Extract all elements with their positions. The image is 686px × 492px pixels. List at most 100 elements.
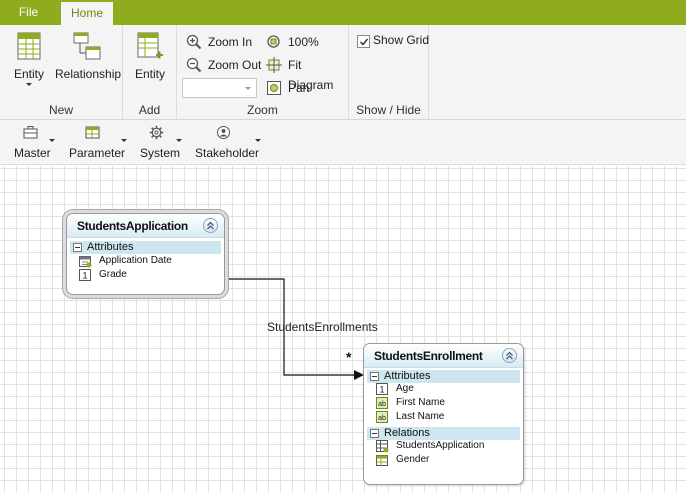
master-label: Master xyxy=(14,146,51,160)
attribute-label: Application Date xyxy=(99,255,172,266)
zoom-100-button[interactable]: 100% xyxy=(266,32,319,52)
attribute-row[interactable]: 1 Grade xyxy=(79,268,127,282)
entity-students-application[interactable]: StudentsApplication Attributes Applicati… xyxy=(66,213,225,295)
attribute-row[interactable]: 1 Age xyxy=(376,382,414,396)
stakeholder-label: Stakeholder xyxy=(195,146,260,160)
text-icon: ab xyxy=(376,411,388,423)
diagram-canvas[interactable]: StudentsEnrollments * StudentsApplicatio… xyxy=(0,166,686,492)
section-label: Attributes xyxy=(384,370,431,382)
show-grid-label[interactable]: Show Grid xyxy=(373,33,429,47)
collapse-button[interactable] xyxy=(203,218,218,233)
stakeholder-button[interactable]: Stakeholder xyxy=(195,125,267,161)
new-relationship-label: Relationship xyxy=(55,67,122,81)
zoom-out-icon xyxy=(186,57,202,73)
entity-title: StudentsApplication xyxy=(77,219,188,233)
entity-type-toolbar: Master Parameter System Stakeholder xyxy=(0,120,686,165)
entity-icon xyxy=(17,32,41,60)
parameter-label: Parameter xyxy=(69,146,126,160)
section-label: Attributes xyxy=(87,241,134,253)
new-entity-label: Entity xyxy=(13,67,44,81)
menu-bar: File Home xyxy=(0,0,686,25)
fit-diagram-button[interactable]: Fit Diagram xyxy=(266,55,348,92)
multiplicity-label: * xyxy=(346,349,352,365)
show-grid-checkbox[interactable] xyxy=(357,35,370,48)
collapse-section-icon[interactable] xyxy=(370,429,379,438)
attribute-label: Age xyxy=(396,383,414,394)
chevron-down-icon[interactable] xyxy=(245,87,251,90)
chevron-down-icon[interactable] xyxy=(49,139,55,142)
pan-button[interactable]: Pan xyxy=(266,78,309,98)
number-icon: 1 xyxy=(376,383,388,395)
system-label: System xyxy=(140,146,181,160)
fit-diagram-icon xyxy=(266,57,282,73)
attribute-row[interactable]: ab First Name xyxy=(376,396,445,410)
attribute-label: First Name xyxy=(396,397,445,408)
zoom-level-select[interactable] xyxy=(182,78,257,98)
zoom-out-label: Zoom Out xyxy=(208,58,262,72)
add-entity-button[interactable]: Entity xyxy=(129,31,171,81)
zoom-out-button[interactable]: Zoom Out xyxy=(186,55,261,75)
group-label-new: New xyxy=(48,103,73,117)
attribute-row[interactable]: ab Last Name xyxy=(376,410,444,424)
table-icon xyxy=(85,126,100,139)
zoom-in-button[interactable]: Zoom In xyxy=(186,32,252,52)
chevron-down-icon[interactable] xyxy=(255,139,261,142)
section-attributes[interactable]: Attributes xyxy=(70,241,221,254)
ribbon: Entity Relationship New Entity Add Zoom … xyxy=(0,25,686,120)
group-label-add: Add xyxy=(138,103,161,117)
pan-label: Pan xyxy=(288,81,310,95)
text-icon: ab xyxy=(376,397,388,409)
relation-entity-icon xyxy=(376,440,389,453)
relation-label: StudentsApplication xyxy=(396,440,485,451)
pan-icon xyxy=(267,81,281,95)
connector-label[interactable]: StudentsEnrollments xyxy=(267,320,378,334)
calendar-icon xyxy=(79,256,92,268)
ribbon-group-new: Entity Relationship New xyxy=(0,25,123,120)
attribute-row[interactable]: Application Date xyxy=(79,254,172,268)
add-entity-icon xyxy=(137,32,163,59)
chevron-down-icon[interactable] xyxy=(176,139,182,142)
menu-tab-home[interactable]: Home xyxy=(61,2,113,25)
gear-icon xyxy=(149,125,164,140)
svg-text:ab: ab xyxy=(378,415,386,422)
chevron-down-icon[interactable] xyxy=(121,139,127,142)
relation-label: Gender xyxy=(396,454,430,465)
svg-text:ab: ab xyxy=(378,401,386,408)
add-entity-label: Entity xyxy=(134,67,165,81)
parameter-button[interactable]: Parameter xyxy=(69,125,129,161)
stakeholder-icon xyxy=(217,126,230,139)
entity-header[interactable]: StudentsEnrollment xyxy=(364,344,523,368)
briefcase-icon xyxy=(23,126,38,139)
number-icon: 1 xyxy=(79,269,91,281)
double-chevron-up-icon xyxy=(207,221,214,230)
relation-table-icon xyxy=(376,455,388,466)
entity-students-enrollment[interactable]: StudentsEnrollment Attributes 1 Age ab F xyxy=(363,343,524,485)
zoom-100-label: 100% xyxy=(288,35,319,49)
attribute-label: Grade xyxy=(99,269,127,280)
new-relationship-button[interactable]: Relationship xyxy=(55,31,122,81)
zoom-100-icon xyxy=(267,35,280,48)
svg-text:1: 1 xyxy=(379,385,384,395)
relationship-icon xyxy=(73,32,101,60)
menu-tab-file[interactable]: File xyxy=(0,0,57,25)
zoom-in-label: Zoom In xyxy=(208,35,253,49)
ribbon-group-add: Entity Add xyxy=(123,25,177,120)
new-entity-button[interactable]: Entity xyxy=(8,31,50,86)
collapse-section-icon[interactable] xyxy=(73,243,82,252)
check-icon xyxy=(359,38,369,46)
chevron-down-icon xyxy=(26,83,32,86)
entity-header[interactable]: StudentsApplication xyxy=(67,214,224,238)
ribbon-group-zoom: Zoom In Zoom Out 100% Fit Diagram Pan Zo… xyxy=(177,25,349,120)
master-button[interactable]: Master xyxy=(14,125,59,161)
entity-title: StudentsEnrollment xyxy=(374,349,483,363)
collapse-section-icon[interactable] xyxy=(370,372,379,381)
relation-row[interactable]: StudentsApplication xyxy=(376,439,484,453)
group-label-zoom: Zoom xyxy=(247,103,278,117)
zoom-in-icon xyxy=(186,34,202,50)
relation-row[interactable]: Gender xyxy=(376,453,429,467)
system-button[interactable]: System xyxy=(140,125,185,161)
collapse-button[interactable] xyxy=(502,348,517,363)
double-chevron-up-icon xyxy=(506,351,513,360)
section-label: Relations xyxy=(384,427,430,439)
svg-text:1: 1 xyxy=(82,271,87,281)
